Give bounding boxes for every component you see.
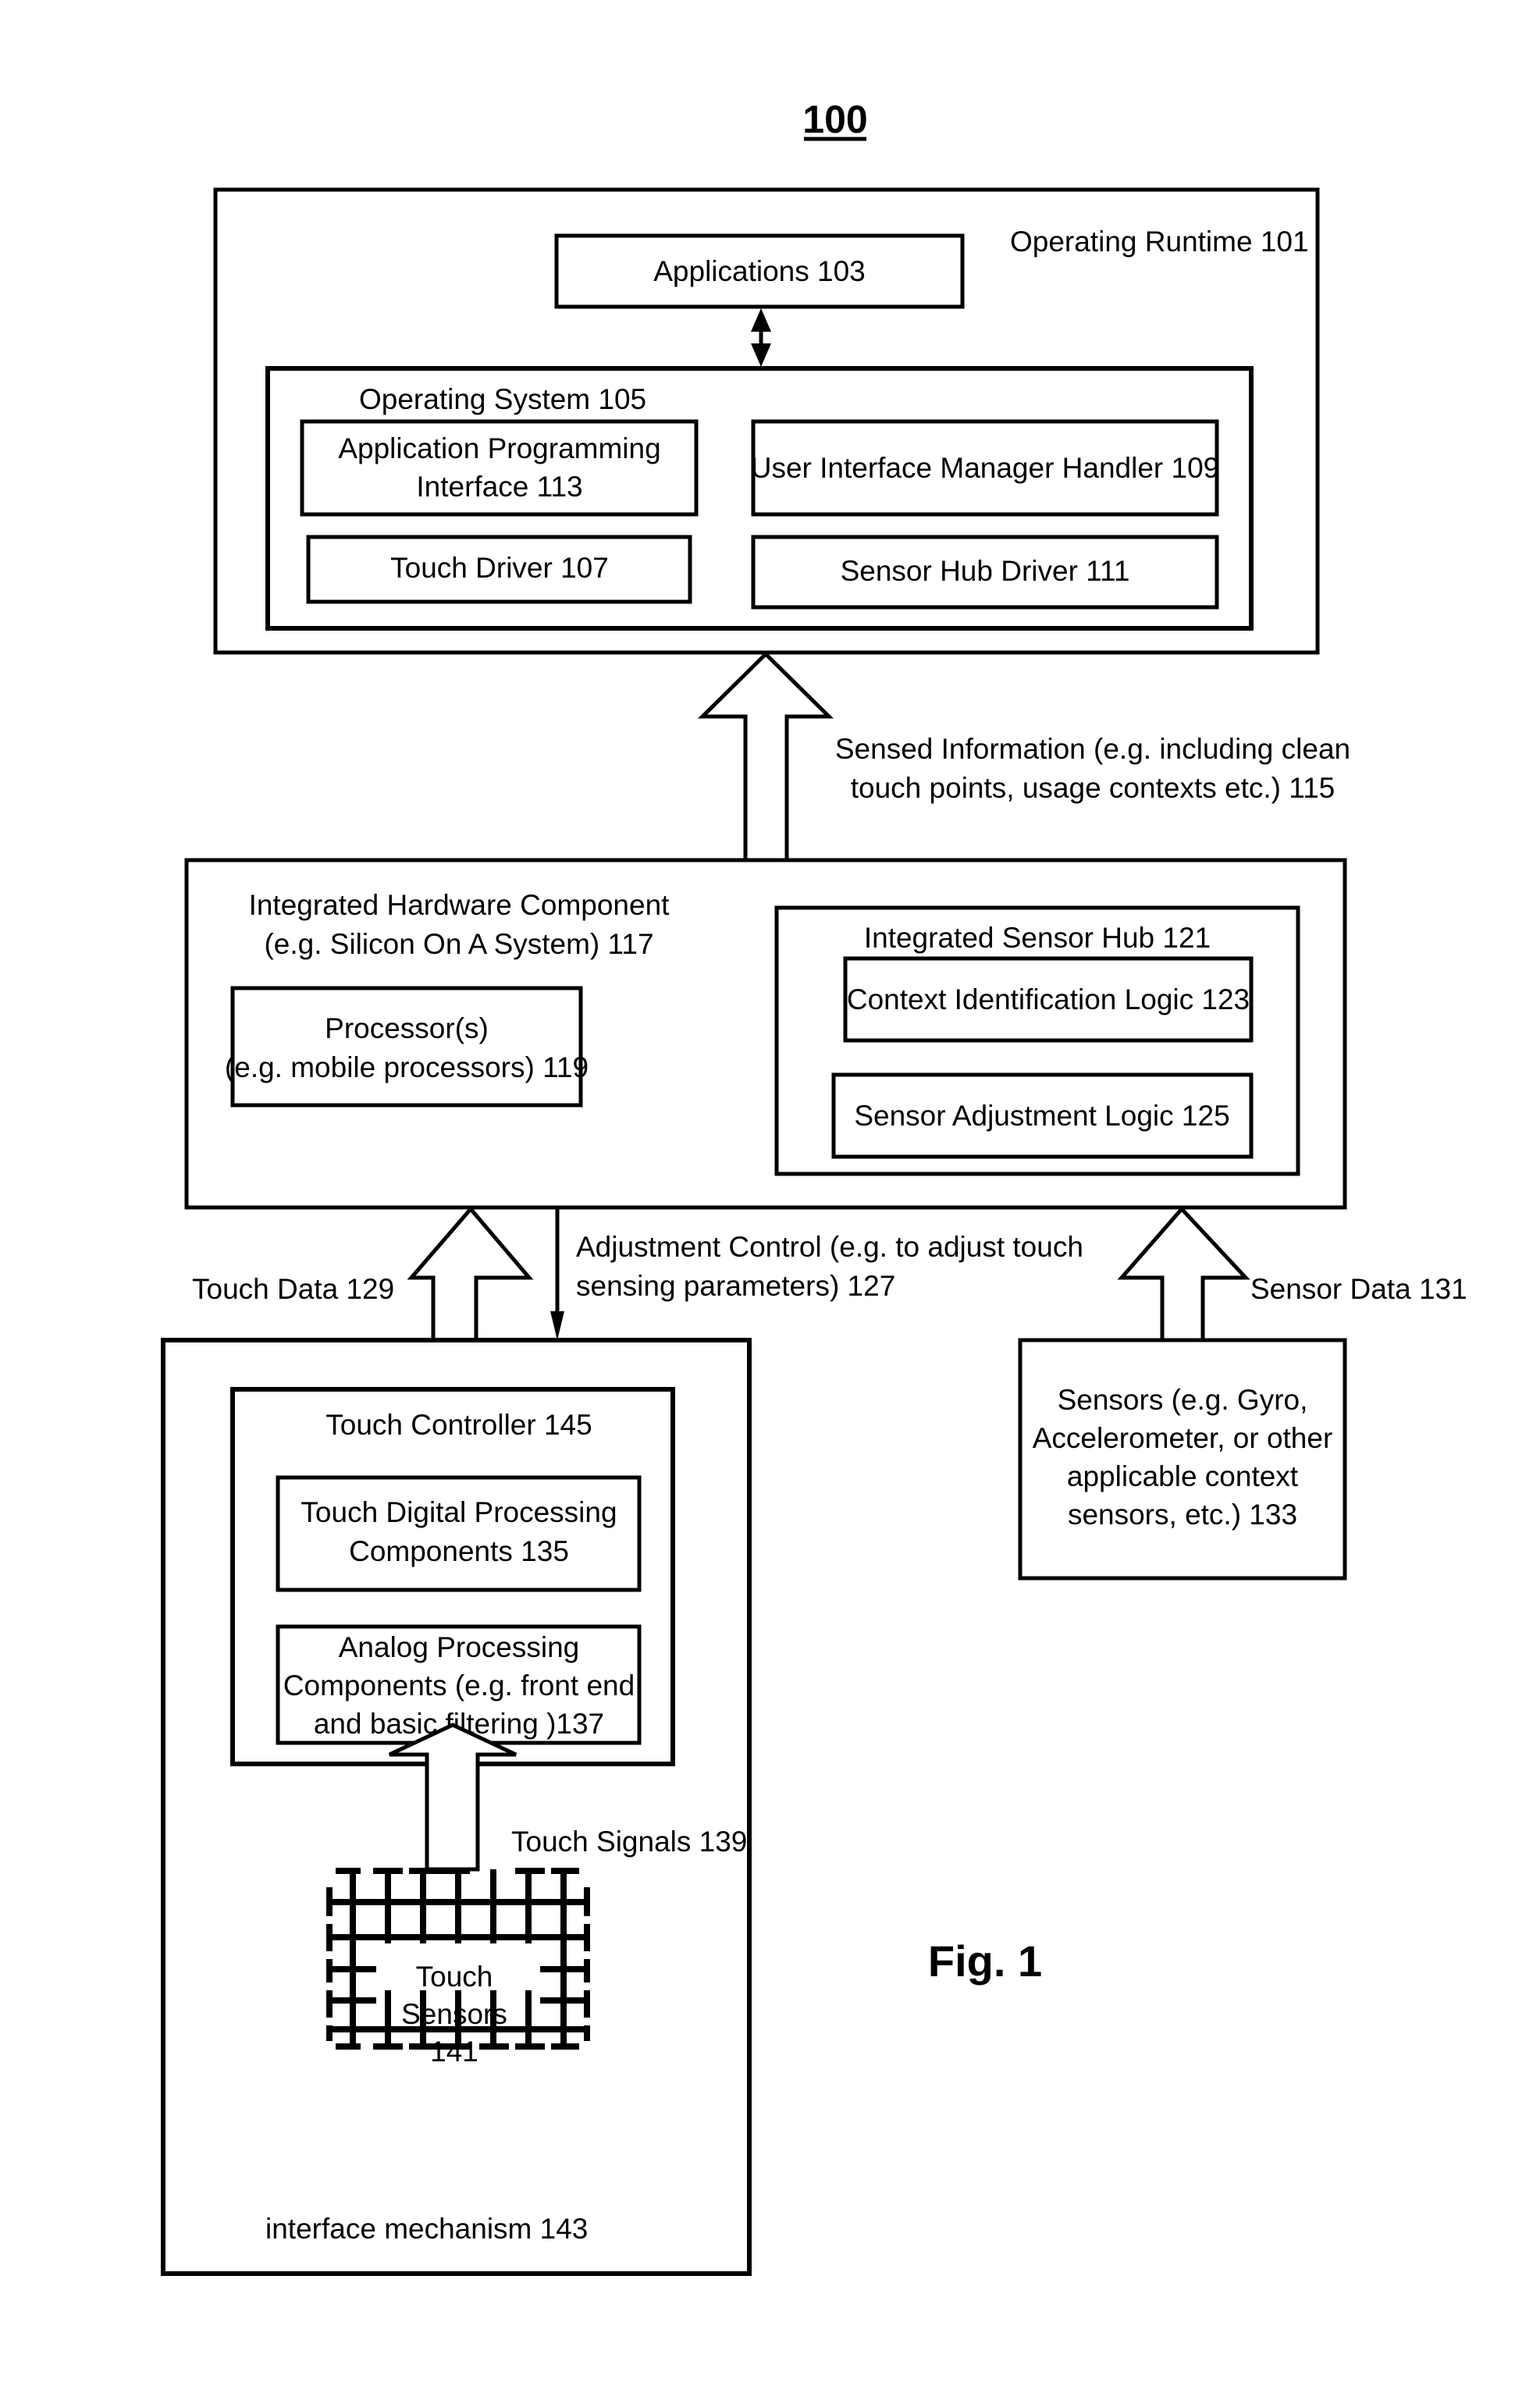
sensors-box <box>1018 1338 1347 1581</box>
integrated-hardware-label-line-2: (e.g. Silicon On A System) 117 <box>264 928 653 960</box>
figure-reference-number: 100 <box>802 98 867 141</box>
sensors-label-line-3: applicable context <box>1067 1460 1299 1492</box>
figure-caption: Fig. 1 <box>928 1936 1042 1986</box>
analog-processing-line-2: Components (e.g. front end <box>283 1669 635 1701</box>
sensed-information-arrow-icon <box>697 651 834 862</box>
touch-sensors-label-line-2: Sensors <box>401 1998 507 2030</box>
sensor-data-arrow-icon <box>1117 1206 1250 1342</box>
sensor-data-label: Sensor Data 131 <box>1250 1273 1467 1305</box>
sensor-hub-driver-label: Sensor Hub Driver 111 <box>841 555 1130 587</box>
integrated-hardware-label-line-1: Integrated Hardware Component <box>249 889 670 921</box>
processors-box <box>230 986 583 1108</box>
touch-driver-label: Touch Driver 107 <box>390 552 609 584</box>
api-label-line-1: Application Programming <box>338 432 660 464</box>
sensed-information-line-1: Sensed Information (e.g. including clean <box>835 733 1350 765</box>
sensors-label-line-1: Sensors (e.g. Gyro, <box>1058 1384 1308 1416</box>
sensors-label-line-2: Accelerometer, or other <box>1033 1422 1333 1454</box>
applications-label: Applications 103 <box>653 255 866 287</box>
touch-digital-processing-box <box>276 1475 642 1592</box>
operating-runtime-label: Operating Runtime 101 <box>1010 226 1309 258</box>
touch-data-label: Touch Data 129 <box>192 1273 394 1305</box>
integrated-sensor-hub-label: Integrated Sensor Hub 121 <box>864 922 1211 954</box>
touch-digital-processing-line-1: Touch Digital Processing <box>301 1496 617 1528</box>
context-identification-logic-label: Context Identification Logic 123 <box>847 983 1250 1015</box>
touch-data-arrow-icon <box>407 1206 534 1342</box>
sensors-label-line-4: sensors, etc.) 133 <box>1068 1499 1297 1531</box>
api-label-line-2: Interface 113 <box>416 471 582 503</box>
processors-label-line-2: (e.g. mobile processors) 119 <box>225 1051 589 1083</box>
sensor-adjustment-logic-label: Sensor Adjustment Logic 125 <box>854 1100 1229 1132</box>
ui-manager-handler-label: User Interface Manager Handler 109 <box>751 452 1220 484</box>
analog-processing-line-1: Analog Processing <box>339 1631 580 1663</box>
touch-controller-label: Touch Controller 145 <box>325 1409 592 1441</box>
patent-figure: 100 Operating Runtime 101 Applications 1… <box>161 98 1467 2276</box>
interface-mechanism-label: interface mechanism 143 <box>265 2213 588 2245</box>
touch-digital-processing-line-2: Components 135 <box>349 1535 569 1567</box>
operating-system-label: Operating System 105 <box>359 383 646 415</box>
adjustment-control-arrow-icon <box>550 1209 564 1340</box>
adjustment-control-line-2: sensing parameters) 127 <box>576 1270 895 1302</box>
touch-sensors-label-line-3: 141 <box>430 2036 478 2068</box>
processors-label-line-1: Processor(s) <box>325 1012 489 1044</box>
touch-signals-label: Touch Signals 139 <box>511 1826 747 1858</box>
touch-sensors-label-line-1: Touch <box>416 1961 493 1993</box>
adjustment-control-line-1: Adjustment Control (e.g. to adjust touch <box>576 1231 1083 1263</box>
sensed-information-line-2: touch points, usage contexts etc.) 115 <box>851 772 1335 804</box>
